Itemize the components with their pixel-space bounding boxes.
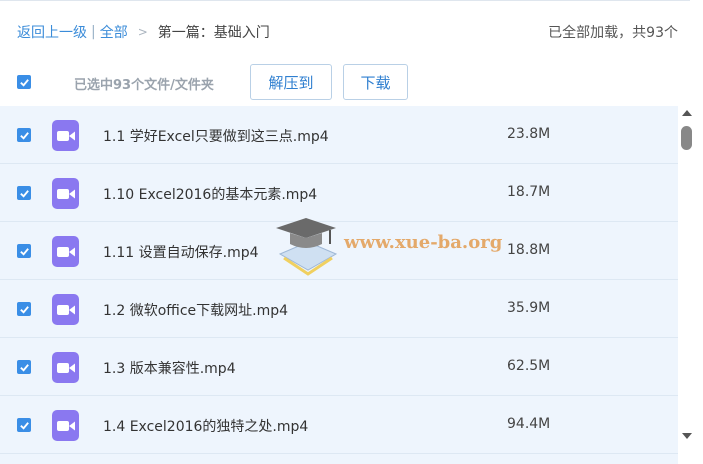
top-border bbox=[0, 0, 690, 5]
file-name[interactable]: 1.2 微软office下载网址.mp4 bbox=[103, 300, 288, 320]
back-link[interactable]: 返回上一级 bbox=[17, 22, 87, 42]
checkmark-icon bbox=[19, 78, 29, 87]
checkmark-icon bbox=[19, 131, 29, 140]
row-checkbox[interactable] bbox=[17, 186, 31, 200]
download-button[interactable]: 下载 bbox=[343, 64, 408, 100]
extract-button[interactable]: 解压到 bbox=[250, 64, 332, 100]
vertical-scrollbar[interactable] bbox=[678, 106, 696, 446]
row-checkbox[interactable] bbox=[17, 302, 31, 316]
file-name[interactable]: 1.1 学好Excel只要做到这三点.mp4 bbox=[103, 126, 329, 146]
file-name[interactable]: 1.10 Excel2016的基本元素.mp4 bbox=[103, 184, 317, 204]
current-folder: 第一篇：基础入门 bbox=[157, 25, 270, 41]
toolbar: 已选中93个文件/文件夹 解压到 下载 bbox=[0, 64, 690, 102]
file-list: 1.1 学好Excel只要做到这三点.mp4 23.8M 1.10 Excel2… bbox=[0, 106, 678, 464]
breadcrumb-arrow: > bbox=[137, 25, 148, 39]
list-item[interactable]: 1.4 Excel2016的独特之处.mp4 94.4M bbox=[0, 396, 678, 454]
video-file-icon bbox=[52, 236, 79, 267]
checkmark-icon bbox=[19, 247, 29, 256]
select-all-checkbox[interactable] bbox=[17, 75, 31, 89]
row-checkbox[interactable] bbox=[17, 244, 31, 258]
list-item[interactable]: 1.3 版本兼容性.mp4 62.5M bbox=[0, 338, 678, 396]
checkmark-icon bbox=[19, 421, 29, 430]
checkmark-icon bbox=[19, 189, 29, 198]
checkmark-icon bbox=[19, 305, 29, 314]
list-item[interactable]: 1.2 微软office下载网址.mp4 35.9M bbox=[0, 280, 678, 338]
video-file-icon bbox=[52, 178, 79, 209]
checkmark-icon bbox=[19, 363, 29, 372]
file-name[interactable]: 1.4 Excel2016的独特之处.mp4 bbox=[103, 416, 308, 436]
file-name[interactable]: 1.3 版本兼容性.mp4 bbox=[103, 358, 236, 378]
video-file-icon bbox=[52, 410, 79, 441]
file-size: 94.4M bbox=[507, 416, 551, 432]
file-size: 18.8M bbox=[507, 242, 551, 258]
loaded-status: 已全部加载，共93个 bbox=[548, 25, 678, 41]
video-file-icon bbox=[52, 120, 79, 151]
row-checkbox[interactable] bbox=[17, 360, 31, 374]
scroll-up-arrow-icon[interactable] bbox=[682, 110, 692, 116]
file-size: 62.5M bbox=[507, 358, 551, 374]
file-size: 23.8M bbox=[507, 126, 551, 142]
selection-count: 已选中93个文件/文件夹 bbox=[74, 78, 214, 93]
all-link[interactable]: 全部 bbox=[100, 22, 128, 42]
list-item[interactable]: 1.1 学好Excel只要做到这三点.mp4 23.8M bbox=[0, 106, 678, 164]
breadcrumb: 返回上一级 | 全部 > 第一篇：基础入门 bbox=[17, 22, 270, 42]
scroll-down-arrow-icon[interactable] bbox=[682, 433, 692, 439]
row-checkbox[interactable] bbox=[17, 128, 31, 142]
scroll-thumb[interactable] bbox=[681, 126, 692, 150]
video-file-icon bbox=[52, 294, 79, 325]
list-item[interactable]: 1.10 Excel2016的基本元素.mp4 18.7M bbox=[0, 164, 678, 222]
file-size: 18.7M bbox=[507, 184, 551, 200]
list-item[interactable]: 1.11 设置自动保存.mp4 18.8M bbox=[0, 222, 678, 280]
breadcrumb-separator: | bbox=[91, 24, 96, 40]
row-checkbox[interactable] bbox=[17, 418, 31, 432]
file-size: 35.9M bbox=[507, 300, 551, 316]
file-name[interactable]: 1.11 设置自动保存.mp4 bbox=[103, 242, 259, 262]
video-file-icon bbox=[52, 352, 79, 383]
